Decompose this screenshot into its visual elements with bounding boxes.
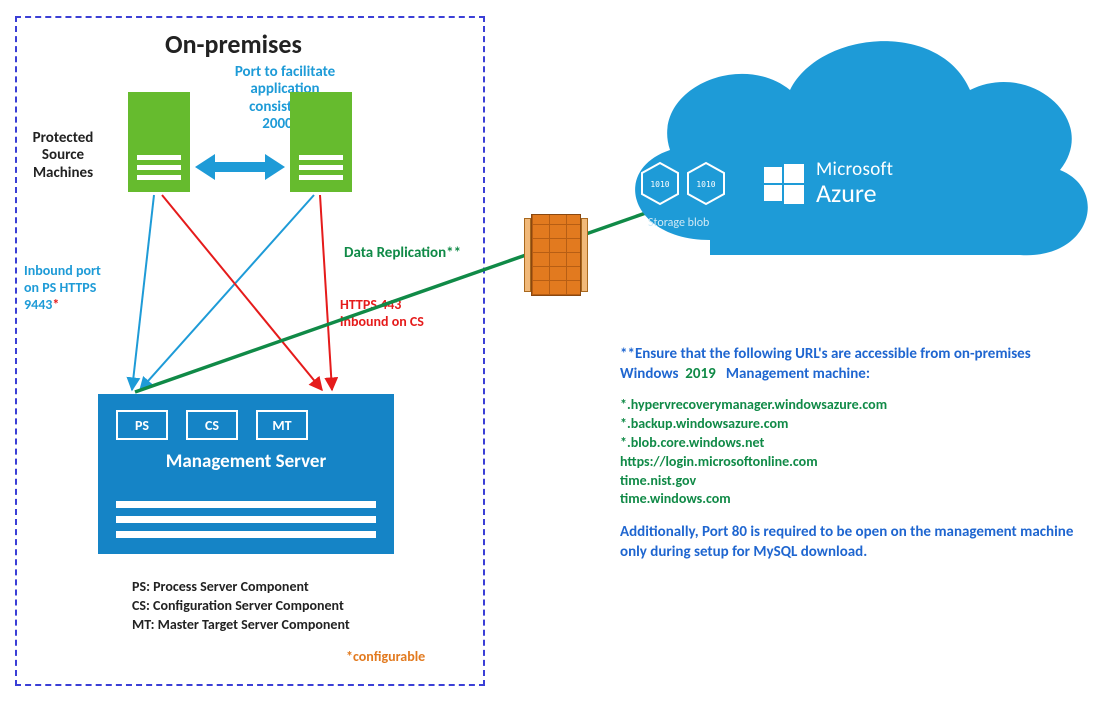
azure-logo: Microsoft Azure (764, 160, 893, 207)
server-bars-icon (116, 493, 376, 538)
cloud-content: 1010 1010 Microsoft Azure (640, 160, 1060, 207)
https-l2: inbound on CS (340, 313, 460, 330)
url-item: *.blob.core.windows.net (620, 434, 1090, 453)
legend-mt: MT: Master Target Server Component (132, 616, 350, 635)
protected-l1: Protected (18, 130, 108, 147)
server-bars-icon (137, 150, 181, 180)
server-icon (290, 92, 352, 192)
on-premises-title: On-premises (165, 28, 302, 60)
mgmt-ps-box: PS (116, 410, 168, 440)
management-server-title: Management Server (98, 450, 394, 473)
windows-logo-icon (764, 164, 804, 204)
configurable-note: *configurable (346, 648, 425, 665)
url-item: https://login.microsoftonline.com (620, 453, 1090, 472)
protected-l3: Machines (18, 165, 108, 182)
port-consistency-line1: Port to facilitate (210, 64, 360, 81)
legend-ps: PS: Process Server Component (132, 578, 350, 597)
management-server-icon: PS CS MT Management Server (98, 394, 394, 554)
server-icon (128, 92, 190, 192)
protected-source-label: Protected Source Machines (18, 130, 108, 182)
url-item: time.nist.gov (620, 472, 1090, 491)
firewall-icon (524, 214, 588, 296)
url-note-heading: **Ensure that the following URL's are ac… (620, 344, 1090, 385)
mgmt-mt-box: MT (256, 410, 308, 440)
asterisk-icon: * (52, 296, 59, 313)
inbound-l1: Inbound port (24, 262, 134, 279)
storage-blob-icon: 1010 1010 (640, 161, 726, 206)
svg-text:1010: 1010 (650, 180, 669, 189)
port80-note: Additionally, Port 80 is required to be … (620, 522, 1090, 563)
note-heading-post: Management machine: (726, 365, 870, 383)
svg-text:1010: 1010 (696, 180, 715, 189)
storage-blob-label: Storage blob (648, 216, 709, 230)
url-item: *.hypervrecoverymanager.windowsazure.com (620, 396, 1090, 415)
component-legend: PS: Process Server Component CS: Configu… (132, 578, 350, 635)
https-l1: HTTPS 443 (340, 296, 460, 313)
inbound-port: 9443 (24, 296, 52, 313)
azure-brand-az: Azure (816, 180, 893, 207)
url-item: time.windows.com (620, 490, 1090, 509)
double-arrow-icon (195, 152, 285, 182)
mgmt-cs-box: CS (186, 410, 238, 440)
server-bars-icon (299, 150, 343, 180)
note-year: 2019 (685, 365, 715, 383)
url-list: *.hypervrecoverymanager.windowsazure.com… (620, 396, 1090, 509)
url-item: *.backup.windowsazure.com (620, 415, 1090, 434)
inbound-port-label: Inbound port on PS HTTPS 9443* (24, 262, 134, 313)
data-replication-label: Data Replication** (344, 244, 461, 262)
inbound-l2: on PS HTTPS (24, 279, 134, 296)
legend-cs: CS: Configuration Server Component (132, 597, 350, 616)
https-cs-label: HTTPS 443 inbound on CS (340, 296, 460, 330)
protected-l2: Source (18, 147, 108, 164)
